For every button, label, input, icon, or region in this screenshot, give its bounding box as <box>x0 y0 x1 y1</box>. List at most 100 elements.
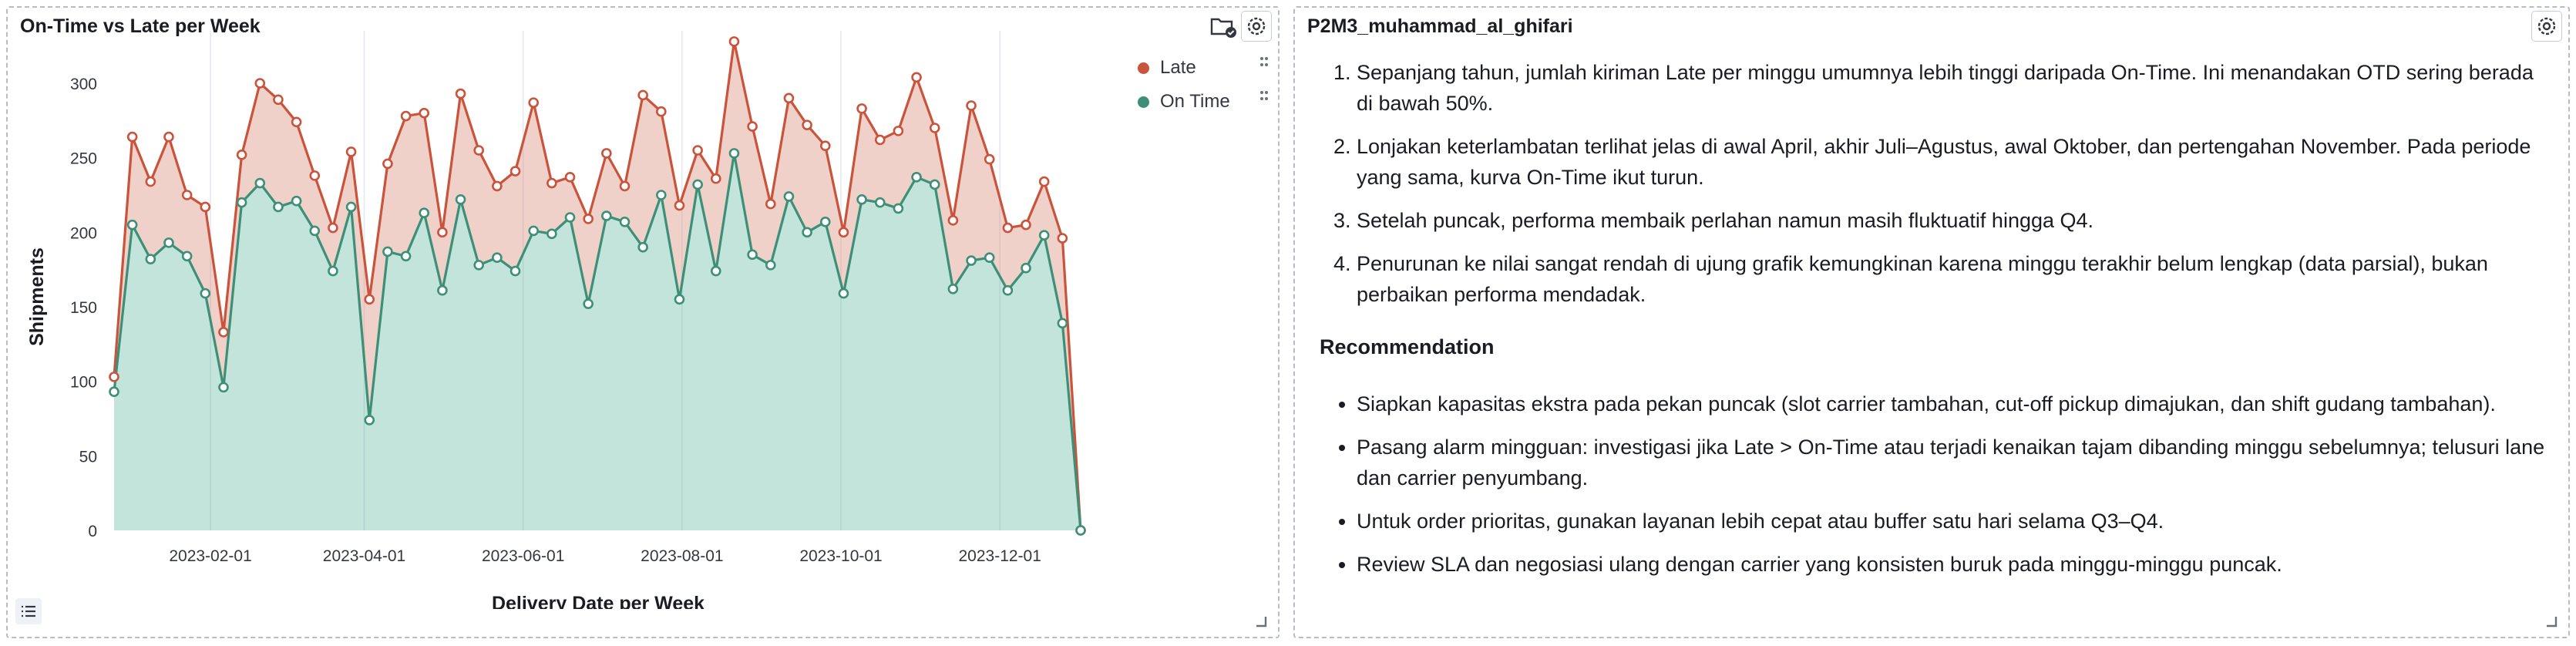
on-time-point[interactable] <box>1038 230 1050 241</box>
on-time-point[interactable] <box>181 251 193 262</box>
on-time-point[interactable] <box>328 265 338 277</box>
late-point[interactable] <box>109 372 119 382</box>
folder-check-icon[interactable] <box>1209 12 1236 40</box>
late-point[interactable] <box>273 94 284 106</box>
late-point[interactable] <box>619 180 631 192</box>
late-point[interactable] <box>200 201 211 213</box>
on-time-point[interactable] <box>819 216 831 227</box>
late-point[interactable] <box>509 166 521 177</box>
late-point[interactable] <box>1002 222 1014 234</box>
on-time-point[interactable] <box>364 415 375 426</box>
late-point[interactable] <box>929 123 940 133</box>
on-time-point[interactable] <box>528 225 539 237</box>
on-time-point[interactable] <box>254 177 266 189</box>
late-point[interactable] <box>528 97 539 108</box>
late-point[interactable] <box>838 227 849 238</box>
on-time-point[interactable] <box>400 251 412 262</box>
on-time-point[interactable] <box>437 284 448 296</box>
late-point[interactable] <box>145 176 156 187</box>
late-point[interactable] <box>218 327 229 338</box>
on-time-point[interactable] <box>163 237 174 248</box>
on-time-point[interactable] <box>1057 318 1068 329</box>
on-time-point[interactable] <box>1075 525 1086 536</box>
on-time-point[interactable] <box>747 249 758 261</box>
late-point[interactable] <box>382 158 393 170</box>
late-point[interactable] <box>674 200 685 211</box>
gear-icon[interactable] <box>2531 11 2562 42</box>
legend-item[interactable]: Late <box>1138 51 1253 85</box>
on-time-point[interactable] <box>874 197 886 208</box>
on-time-point[interactable] <box>674 294 685 305</box>
on-time-point[interactable] <box>929 179 940 190</box>
late-point[interactable] <box>819 140 831 151</box>
legend-item[interactable]: On Time <box>1138 85 1253 119</box>
late-point[interactable] <box>984 153 995 165</box>
on-time-point[interactable] <box>583 298 594 309</box>
on-time-point[interactable] <box>637 241 648 253</box>
on-time-point[interactable] <box>619 216 631 227</box>
late-point[interactable] <box>692 145 703 156</box>
late-point[interactable] <box>546 177 557 189</box>
on-time-point[interactable] <box>218 382 229 393</box>
late-point[interactable] <box>473 145 485 156</box>
resize-handle-icon[interactable] <box>1255 615 1267 627</box>
late-point[interactable] <box>455 88 466 99</box>
late-point[interactable] <box>856 103 867 114</box>
on-time-point[interactable] <box>783 191 795 202</box>
late-point[interactable] <box>637 89 648 101</box>
on-time-point[interactable] <box>345 201 357 213</box>
late-point[interactable] <box>1038 176 1050 187</box>
late-point[interactable] <box>254 78 266 89</box>
late-point[interactable] <box>364 294 375 305</box>
late-point[interactable] <box>583 214 594 224</box>
late-point[interactable] <box>492 180 503 192</box>
on-time-point[interactable] <box>911 172 922 183</box>
gear-icon[interactable] <box>1241 11 1272 42</box>
late-point[interactable] <box>400 110 412 122</box>
late-point[interactable] <box>236 150 247 160</box>
on-time-point[interactable] <box>765 260 776 271</box>
late-point[interactable] <box>747 121 758 132</box>
late-point[interactable] <box>181 190 193 200</box>
late-point[interactable] <box>874 134 886 146</box>
late-point[interactable] <box>291 116 302 128</box>
late-point[interactable] <box>163 131 174 143</box>
late-point[interactable] <box>765 198 776 210</box>
on-time-point[interactable] <box>802 227 812 238</box>
late-point[interactable] <box>783 93 795 104</box>
on-time-point[interactable] <box>601 210 612 221</box>
on-time-point[interactable] <box>692 179 703 190</box>
on-time-point[interactable] <box>656 190 667 200</box>
on-time-point[interactable] <box>291 195 302 207</box>
late-point[interactable] <box>419 107 430 119</box>
late-point[interactable] <box>328 222 338 234</box>
on-time-point[interactable] <box>947 283 959 294</box>
late-point[interactable] <box>309 170 321 181</box>
on-time-point[interactable] <box>109 386 119 398</box>
on-time-point[interactable] <box>546 228 557 240</box>
late-point[interactable] <box>601 148 612 159</box>
on-time-point[interactable] <box>1021 262 1031 274</box>
on-time-point[interactable] <box>728 148 740 159</box>
on-time-point[interactable] <box>856 194 867 205</box>
late-point[interactable] <box>966 100 977 111</box>
on-time-point[interactable] <box>126 219 138 230</box>
on-time-point[interactable] <box>200 288 211 299</box>
on-time-point[interactable] <box>966 255 977 266</box>
on-time-point[interactable] <box>710 265 721 277</box>
late-point[interactable] <box>126 131 138 143</box>
late-point[interactable] <box>911 72 922 83</box>
on-time-point[interactable] <box>564 212 576 223</box>
late-point[interactable] <box>564 172 576 183</box>
late-point[interactable] <box>802 119 812 130</box>
on-time-point[interactable] <box>309 225 321 237</box>
late-point[interactable] <box>656 106 667 117</box>
on-time-point[interactable] <box>893 203 904 214</box>
drag-handle-icon[interactable] <box>1259 54 1269 116</box>
on-time-point[interactable] <box>838 288 849 299</box>
on-time-point[interactable] <box>382 246 393 257</box>
late-point[interactable] <box>893 126 904 136</box>
on-time-point[interactable] <box>419 207 430 219</box>
late-point[interactable] <box>1021 219 1031 230</box>
late-point[interactable] <box>1057 233 1068 244</box>
